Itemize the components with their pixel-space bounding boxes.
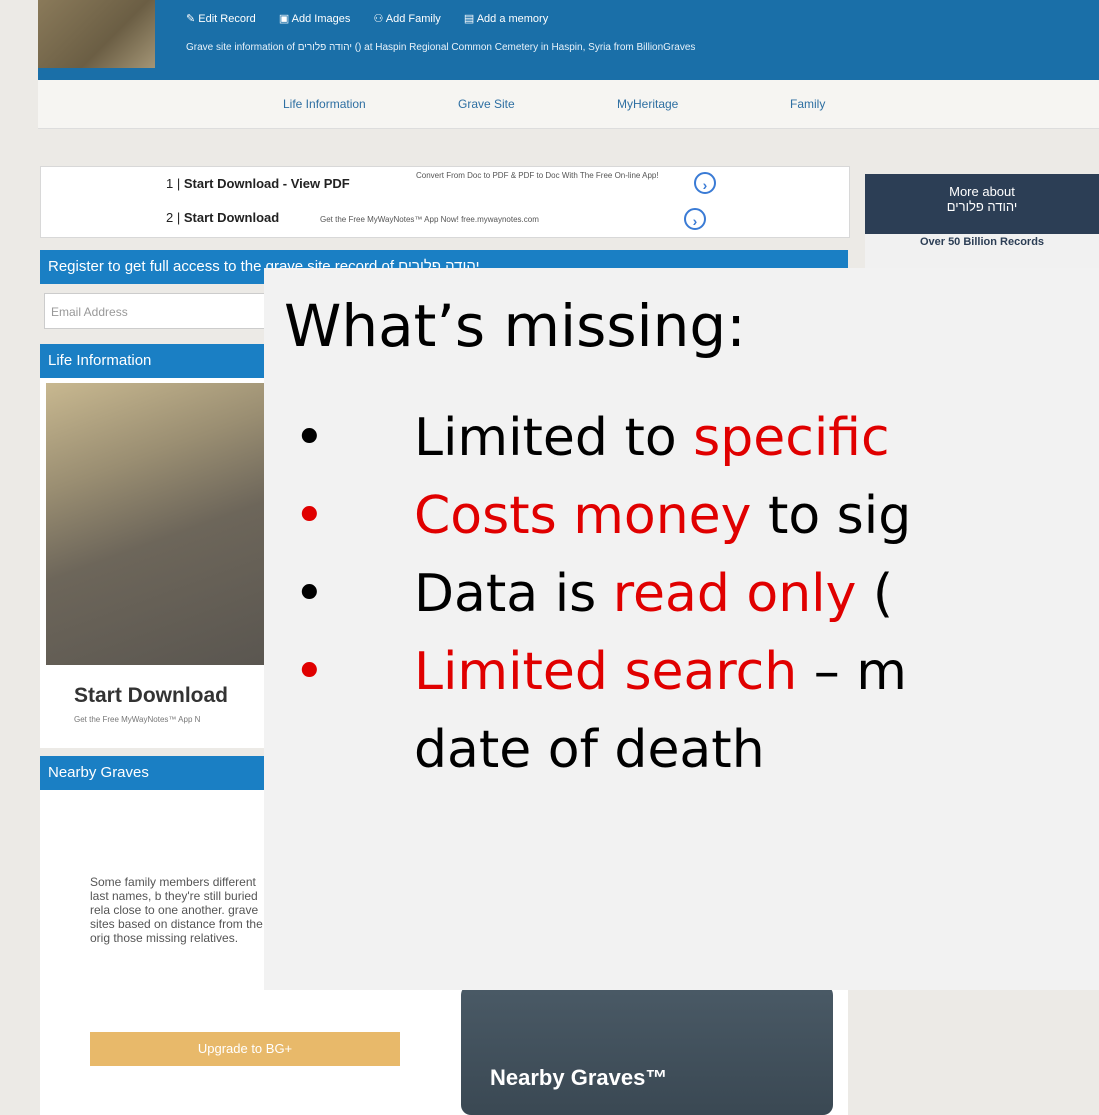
email-field[interactable]: Email Address: [44, 293, 274, 329]
chevron-right-icon[interactable]: ›: [684, 208, 706, 230]
nearby-graves-description: Some family members different last names…: [90, 875, 263, 945]
tab-family[interactable]: Family: [790, 97, 825, 111]
life-information-bar: Life Information: [40, 344, 272, 378]
ad-desc-2: Get the Free MyWayNotes™ App Now! free.m…: [320, 215, 539, 224]
edit-record-link[interactable]: ✎ Edit Record: [186, 13, 266, 25]
bullet-specific: • Limited to specific: [284, 408, 890, 468]
start-download-desc: Get the Free MyWayNotes™ App N: [74, 715, 201, 724]
annotation-overlay: What’s missing: • Limited to specific • Co…: [264, 268, 1099, 990]
more-about-box[interactable]: More about יהודה פלורים: [865, 174, 1099, 234]
page-subtitle: Grave site information of יהודה פלורים (…: [186, 42, 696, 53]
add-memory-link[interactable]: ▤ Add a memory: [464, 13, 558, 25]
upgrade-button[interactable]: Upgrade to BG+: [90, 1032, 400, 1066]
ad-desc-1: Convert From Doc to PDF & PDF to Doc Wit…: [416, 171, 659, 180]
more-about-name: יהודה פלורים: [946, 199, 1018, 214]
bullet-read-only: • Data is read only (: [284, 564, 893, 624]
headstone-photo[interactable]: [46, 383, 264, 665]
nearby-graves-bar: Nearby Graves: [40, 756, 272, 790]
record-actions: ✎ Edit Record ▣ Add Images ⚇ Add Family …: [186, 12, 568, 25]
bullet-icon: •: [294, 564, 325, 624]
bullet-limited-search: • Limited search – m: [284, 642, 907, 702]
start-download-link[interactable]: Start Download: [74, 684, 228, 708]
ad-link-2[interactable]: 2 | Start Download: [166, 210, 279, 225]
add-family-link[interactable]: ⚇ Add Family: [373, 13, 450, 25]
chevron-right-icon[interactable]: ›: [694, 172, 716, 194]
bullet-limited-search-cont: date of death: [414, 720, 765, 780]
nearby-graves-image-title: Nearby Graves™: [490, 1065, 668, 1090]
add-images-link[interactable]: ▣ Add Images: [279, 13, 361, 25]
section-nav: [38, 80, 1099, 129]
tab-life-information[interactable]: Life Information: [283, 97, 366, 111]
records-label: Over 50 Billion Records: [919, 236, 1045, 248]
overlay-title: What’s missing:: [284, 292, 746, 360]
headstone-inscription: [46, 383, 264, 399]
records-banner: Over 50 Billion Records: [865, 234, 1099, 270]
bullet-icon: •: [294, 408, 325, 468]
bullet-costs: • Costs money to sig: [284, 486, 911, 546]
tab-myheritage[interactable]: MyHeritage: [617, 97, 678, 111]
more-about-label: More about: [949, 184, 1015, 199]
nearby-graves-image[interactable]: [461, 985, 833, 1115]
ad-link-1[interactable]: 1 | Start Download - View PDF: [166, 176, 350, 191]
bullet-icon: •: [294, 486, 325, 546]
grave-photo-thumbnail[interactable]: [38, 0, 155, 68]
bullet-icon: •: [294, 642, 325, 702]
tab-grave-site[interactable]: Grave Site: [458, 97, 515, 111]
